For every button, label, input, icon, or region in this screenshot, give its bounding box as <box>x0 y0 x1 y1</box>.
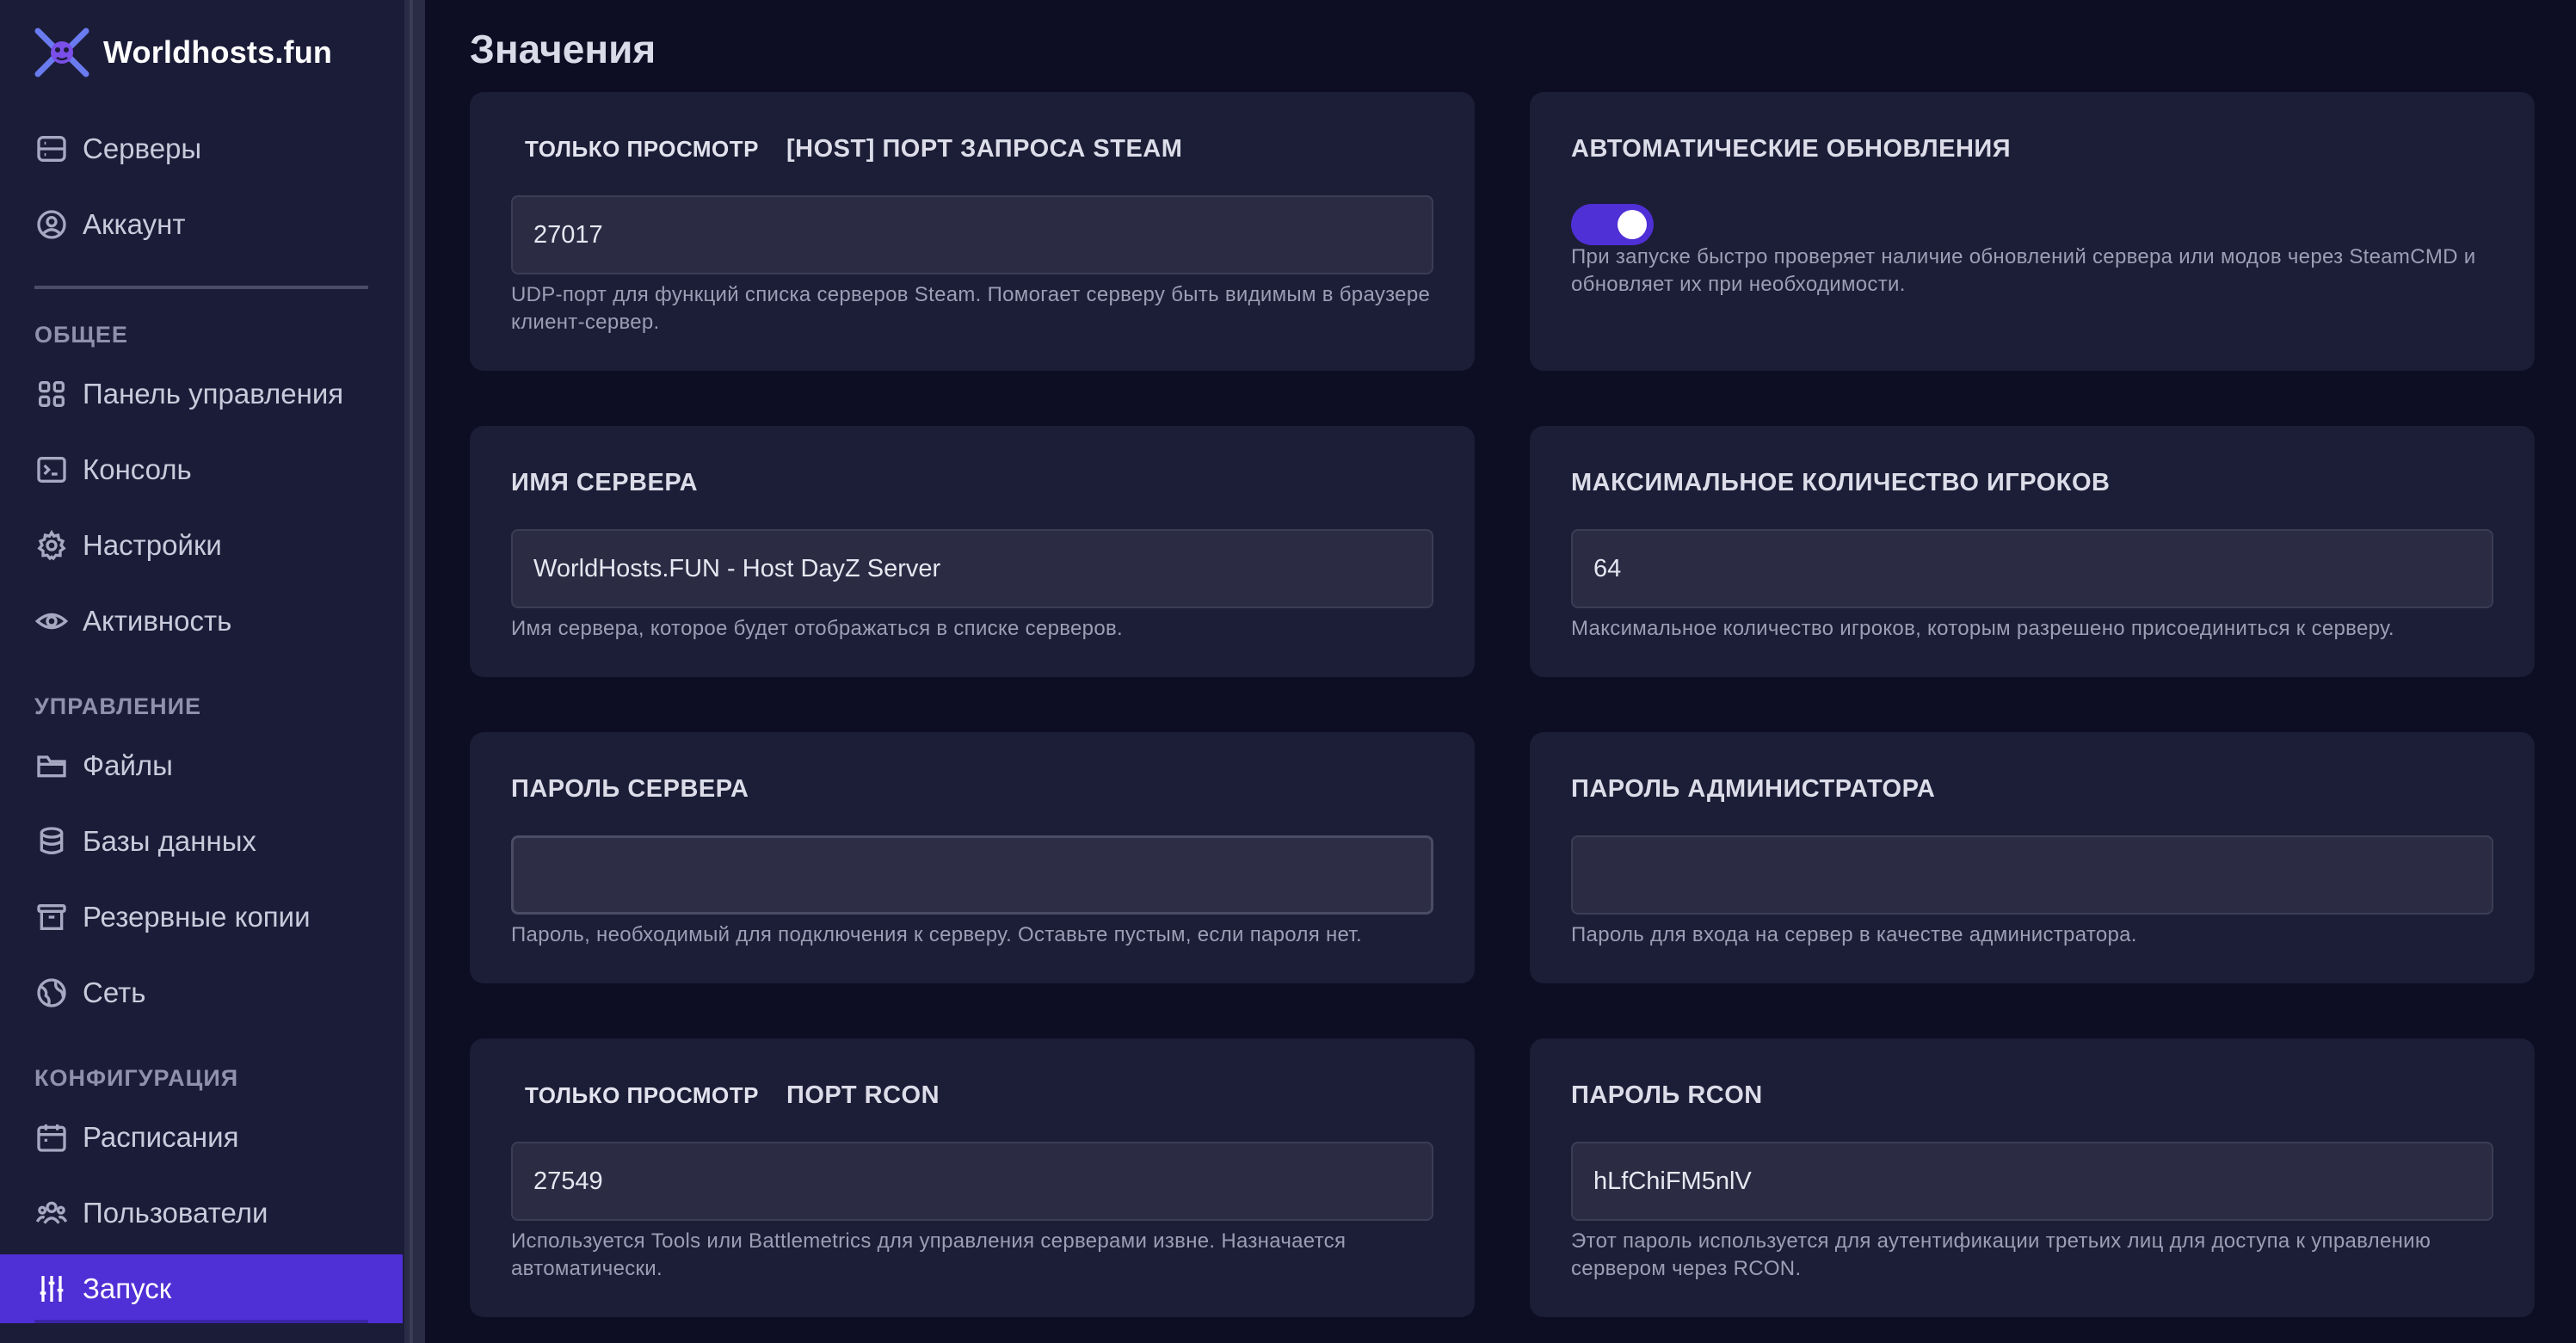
sidebar-item-label: Резервные копии <box>83 901 311 933</box>
gear-icon <box>34 528 69 563</box>
card-header: ТОЛЬКО ПРОСМОТР [HOST] ПОРТ ЗАПРОСА STEA… <box>511 123 1182 175</box>
user-circle-icon <box>34 207 69 242</box>
card-server-name: ИМЯ СЕРВЕРА Имя сервера, которое будет о… <box>470 426 1475 677</box>
rcon-password-input[interactable] <box>1571 1142 2493 1221</box>
server-icon <box>34 132 69 166</box>
main-content: Значения ТОЛЬКО ПРОСМОТР [HOST] ПОРТ ЗАП… <box>425 0 2576 1343</box>
sidebar-item-label: Активность <box>83 605 232 637</box>
globe-icon <box>34 976 69 1010</box>
help-text: Этот пароль используется для аутентифика… <box>1571 1229 2431 1280</box>
sidebar-item-label: Настройки <box>83 529 222 561</box>
card-rcon-port: ТОЛЬКО ПРОСМОТР ПОРТ RCON Используется T… <box>470 1038 1475 1317</box>
brand-name: Worldhosts.fun <box>103 34 333 70</box>
sidebar-item-startup[interactable]: Запуск <box>0 1254 403 1323</box>
terminal-icon <box>34 453 69 487</box>
sidebar-item-files[interactable]: Файлы <box>0 731 403 800</box>
card-label: МАКСИМАЛЬНОЕ КОЛИЧЕСТВО ИГРОКОВ <box>1571 468 2111 496</box>
sidebar-item-label: Аккаунт <box>83 208 186 240</box>
page-title: Значения <box>470 27 656 71</box>
card-label: ПАРОЛЬ АДМИНИСТРАТОРА <box>1571 774 1936 803</box>
sidebar-item-label: Расписания <box>83 1121 239 1153</box>
card-label: АВТОМАТИЧЕСКИЕ ОБНОВЛЕНИЯ <box>1571 134 2012 163</box>
card-admin-password: ПАРОЛЬ АДМИНИСТРАТОРА Пароль для входа н… <box>1530 732 2535 983</box>
card-header: АВТОМАТИЧЕСКИЕ ОБНОВЛЕНИЯ <box>1571 123 2011 175</box>
calendar-icon <box>34 1120 69 1155</box>
auto-updates-toggle[interactable] <box>1571 204 1654 245</box>
server-password-input[interactable] <box>511 835 1433 915</box>
card-header: МАКСИМАЛЬНОЕ КОЛИЧЕСТВО ИГРОКОВ <box>1571 457 2110 508</box>
card-header: ИМЯ СЕРВЕРА <box>511 457 698 508</box>
sidebar-item-label: Серверы <box>83 132 202 164</box>
archive-icon <box>34 900 69 934</box>
help-text: Имя сервера, которое будет отображаться … <box>511 617 1123 640</box>
sidebar-item-databases[interactable]: Базы данных <box>0 807 403 876</box>
app-window: Worldhosts.fun Серверы Аккаунт ОБЩЕЕ Пан… <box>0 0 2576 1343</box>
dashboard-grid-icon <box>34 377 69 411</box>
steam-port-input[interactable] <box>511 195 1433 274</box>
sidebar-item-label: Панель управления <box>83 378 344 410</box>
users-icon <box>34 1196 69 1230</box>
card-steam-query-port: ТОЛЬКО ПРОСМОТР [HOST] ПОРТ ЗАПРОСА STEA… <box>470 92 1475 371</box>
help-text: Пароль, необходимый для подключения к се… <box>511 923 1362 946</box>
brand-logo-icon <box>34 28 89 77</box>
eye-icon <box>34 604 69 638</box>
sidebar-item-label: Запуск <box>83 1272 172 1304</box>
card-rcon-password: ПАРОЛЬ RCON Этот пароль используется для… <box>1530 1038 2535 1317</box>
sidebar-item-users[interactable]: Пользователи <box>0 1179 403 1248</box>
card-max-players: МАКСИМАЛЬНОЕ КОЛИЧЕСТВО ИГРОКОВ Максимал… <box>1530 426 2535 677</box>
help-text: UDP-порт для функций списка серверов Ste… <box>511 283 1431 334</box>
card-label: ПОРТ RCON <box>786 1081 940 1109</box>
card-label: ПАРОЛЬ СЕРВЕРА <box>511 774 749 803</box>
sidebar-divider <box>34 286 368 289</box>
read-only-badge: ТОЛЬКО ПРОСМОТР <box>525 1081 760 1108</box>
sidebar: Worldhosts.fun Серверы Аккаунт ОБЩЕЕ Пан… <box>0 0 404 1343</box>
admin-password-input[interactable] <box>1571 835 2493 915</box>
max-players-input[interactable] <box>1571 529 2493 608</box>
help-text: Используется Tools или Battlemetrics для… <box>511 1229 1347 1280</box>
sidebar-section-general: ОБЩЕЕ <box>34 322 128 348</box>
help-text: При запуске быстро проверяет наличие обн… <box>1571 245 2476 296</box>
card-server-password: ПАРОЛЬ СЕРВЕРА Пароль, необходимый для п… <box>470 732 1475 983</box>
sidebar-item-account[interactable]: Аккаунт <box>0 190 403 259</box>
database-icon <box>34 824 69 859</box>
brand[interactable]: Worldhosts.fun <box>34 28 332 77</box>
sliders-icon <box>34 1272 69 1306</box>
sidebar-item-console[interactable]: Консоль <box>0 435 403 504</box>
sidebar-item-network[interactable]: Сеть <box>0 958 403 1027</box>
card-auto-updates: АВТОМАТИЧЕСКИЕ ОБНОВЛЕНИЯ При запуске бы… <box>1530 92 2535 371</box>
sidebar-item-label: Консоль <box>83 453 192 485</box>
card-label: ПАРОЛЬ RCON <box>1571 1081 1763 1109</box>
sidebar-item-label: Пользователи <box>83 1197 268 1229</box>
sidebar-item-schedules[interactable]: Расписания <box>0 1103 403 1172</box>
sidebar-item-label: Сеть <box>83 976 146 1008</box>
sidebar-item-dashboard[interactable]: Панель управления <box>0 360 403 428</box>
sidebar-item-label: Файлы <box>83 749 173 781</box>
rcon-port-input[interactable] <box>511 1142 1433 1221</box>
sidebar-item-settings[interactable]: Настройки <box>0 511 403 580</box>
card-label: ИМЯ СЕРВЕРА <box>511 468 699 496</box>
help-text: Максимальное количество игроков, которым… <box>1571 617 2394 640</box>
sidebar-item-label: Базы данных <box>83 825 256 857</box>
card-header: ТОЛЬКО ПРОСМОТР ПОРТ RCON <box>511 1069 940 1121</box>
card-label: [HOST] ПОРТ ЗАПРОСА STEAM <box>786 134 1183 163</box>
folder-icon <box>34 749 69 783</box>
sidebar-item-servers[interactable]: Серверы <box>0 114 403 183</box>
read-only-badge: ТОЛЬКО ПРОСМОТР <box>525 135 760 162</box>
card-header: ПАРОЛЬ RCON <box>1571 1069 1763 1121</box>
sidebar-section-configuration: КОНФИГУРАЦИЯ <box>34 1065 239 1091</box>
help-text: Пароль для входа на сервер в качестве ад… <box>1571 923 2137 946</box>
card-header: ПАРОЛЬ АДМИНИСТРАТОРА <box>1571 763 1935 815</box>
sidebar-resize-handle[interactable] <box>404 0 425 1343</box>
card-header: ПАРОЛЬ СЕРВЕРА <box>511 763 749 815</box>
sidebar-item-activity[interactable]: Активность <box>0 587 403 656</box>
server-name-input[interactable] <box>511 529 1433 608</box>
sidebar-section-management: УПРАВЛЕНИЕ <box>34 693 202 719</box>
sidebar-item-backups[interactable]: Резервные копии <box>0 883 403 952</box>
toggle-knob <box>1618 210 1647 239</box>
